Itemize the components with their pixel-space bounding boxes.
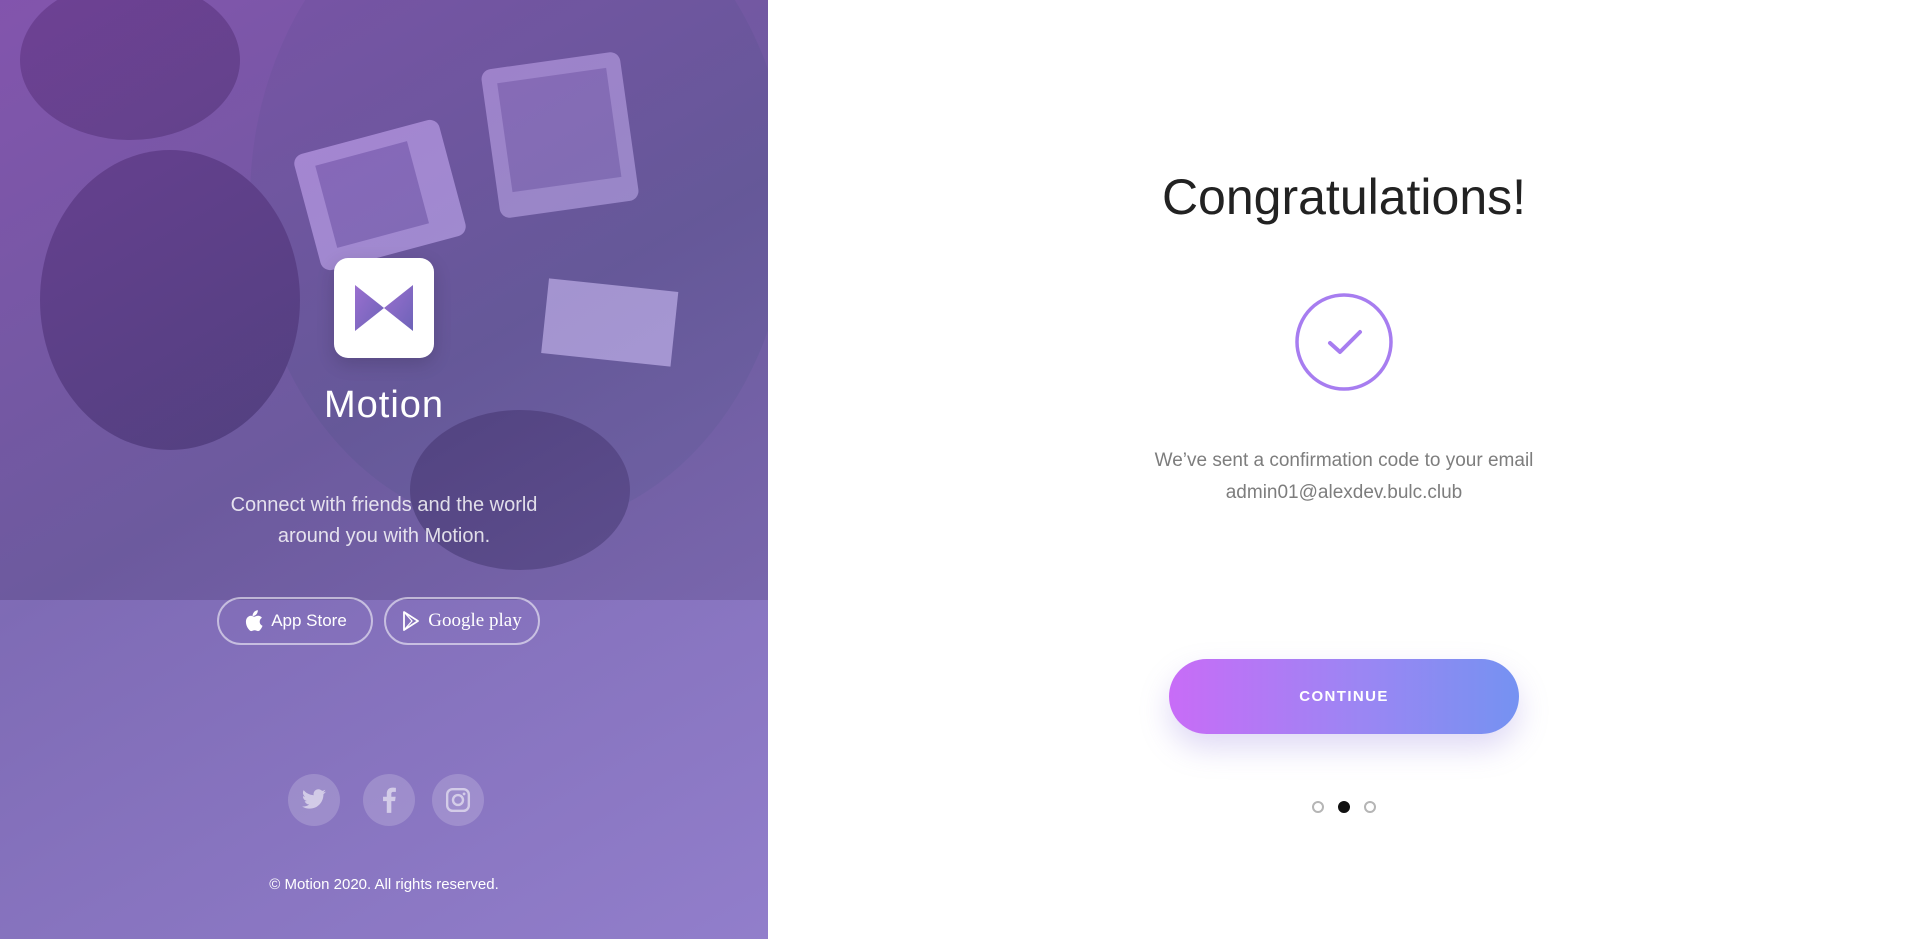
- pagination-dot-2[interactable]: [1338, 801, 1350, 813]
- google-play-label: Google play: [428, 610, 522, 631]
- continue-button[interactable]: CONTINUE: [1169, 659, 1519, 734]
- copyright-text: © Motion 2020. All rights reserved.: [269, 876, 499, 893]
- page-title: Congratulations!: [1161, 169, 1527, 225]
- confirmation-message: We’ve sent a confirmation code to your e…: [768, 445, 1920, 509]
- app-store-button[interactable]: App Store: [217, 597, 373, 645]
- instagram-link[interactable]: [432, 774, 484, 826]
- facebook-icon: [383, 787, 396, 813]
- app-store-label: App Store: [271, 611, 347, 630]
- facebook-link[interactable]: [363, 774, 415, 826]
- pagination-dots: [768, 801, 1920, 813]
- twitter-icon: [302, 789, 326, 809]
- brand-name: Motion: [323, 384, 445, 426]
- confirmation-email: admin01@alexdev.bulc.club: [1225, 482, 1463, 503]
- apple-icon: [246, 610, 263, 632]
- confirmation-message-line: We’ve sent a confirmation code to your e…: [1154, 450, 1534, 471]
- check-circle-icon: [1295, 293, 1393, 391]
- pagination-dot-3[interactable]: [1364, 801, 1376, 813]
- hero-panel: Motion Connect with friends and the worl…: [0, 0, 768, 939]
- google-play-button[interactable]: Google play: [384, 597, 540, 645]
- pagination-dot-1[interactable]: [1312, 801, 1324, 813]
- instagram-icon: [445, 787, 471, 813]
- brand-tagline: Connect with friends and the world aroun…: [230, 494, 538, 547]
- confirmation-panel: Congratulations! We’ve sent a confirmati…: [768, 0, 1920, 939]
- play-store-icon: [403, 611, 420, 631]
- bowtie-logo-icon: [355, 285, 413, 331]
- twitter-link[interactable]: [288, 774, 340, 826]
- motion-logo: [334, 258, 434, 358]
